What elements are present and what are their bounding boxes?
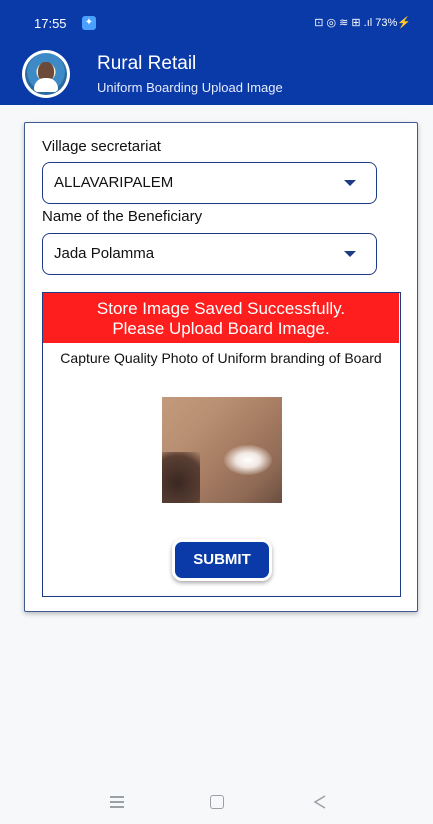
system-nav-bar bbox=[0, 784, 433, 824]
captured-photo-preview[interactable] bbox=[162, 397, 282, 503]
beneficiary-label: Name of the Beneficiary bbox=[42, 208, 203, 225]
status-bar: 17:55 ✦ ⊡ ◎ ≋ ⊞ .ıl 73%⚡ bbox=[0, 0, 433, 38]
village-secretariat-label: Village secretariat bbox=[42, 138, 161, 155]
notification-icon: ✦ bbox=[82, 16, 96, 30]
page-subtitle: Uniform Boarding Upload Image bbox=[97, 80, 283, 95]
submit-button[interactable]: SUBMIT bbox=[172, 539, 272, 581]
beneficiary-value: Jada Polamma bbox=[54, 245, 155, 262]
photo-glare bbox=[224, 445, 272, 475]
app-title: Rural Retail bbox=[97, 53, 197, 74]
logo-portrait-body bbox=[34, 78, 58, 92]
chevron-down-icon bbox=[344, 180, 356, 186]
success-message-line2: Please Upload Board Image. bbox=[112, 319, 330, 338]
capture-instruction: Capture Quality Photo of Uniform brandin… bbox=[60, 350, 382, 366]
back-icon[interactable] bbox=[312, 794, 328, 810]
chevron-down-icon bbox=[344, 251, 356, 257]
success-banner: Store Image Saved Successfully. Please U… bbox=[43, 293, 399, 343]
upload-section: Store Image Saved Successfully. Please U… bbox=[42, 292, 401, 597]
beneficiary-dropdown[interactable]: Jada Polamma bbox=[42, 233, 377, 275]
success-message-line1: Store Image Saved Successfully. bbox=[96, 299, 346, 318]
village-secretariat-value: ALLAVARIPALEM bbox=[54, 174, 174, 191]
home-icon[interactable] bbox=[210, 795, 224, 809]
status-indicators: ⊡ ◎ ≋ ⊞ .ıl 73%⚡ bbox=[314, 17, 411, 29]
photo-shadow bbox=[162, 452, 200, 503]
app-logo bbox=[22, 50, 70, 98]
app-bar: 17:55 ✦ ⊡ ◎ ≋ ⊞ .ıl 73%⚡ Rural Retail Un… bbox=[0, 0, 433, 105]
menu-icon[interactable] bbox=[110, 796, 124, 808]
village-secretariat-dropdown[interactable]: ALLAVARIPALEM bbox=[42, 162, 377, 204]
status-time: 17:55 bbox=[34, 16, 67, 31]
